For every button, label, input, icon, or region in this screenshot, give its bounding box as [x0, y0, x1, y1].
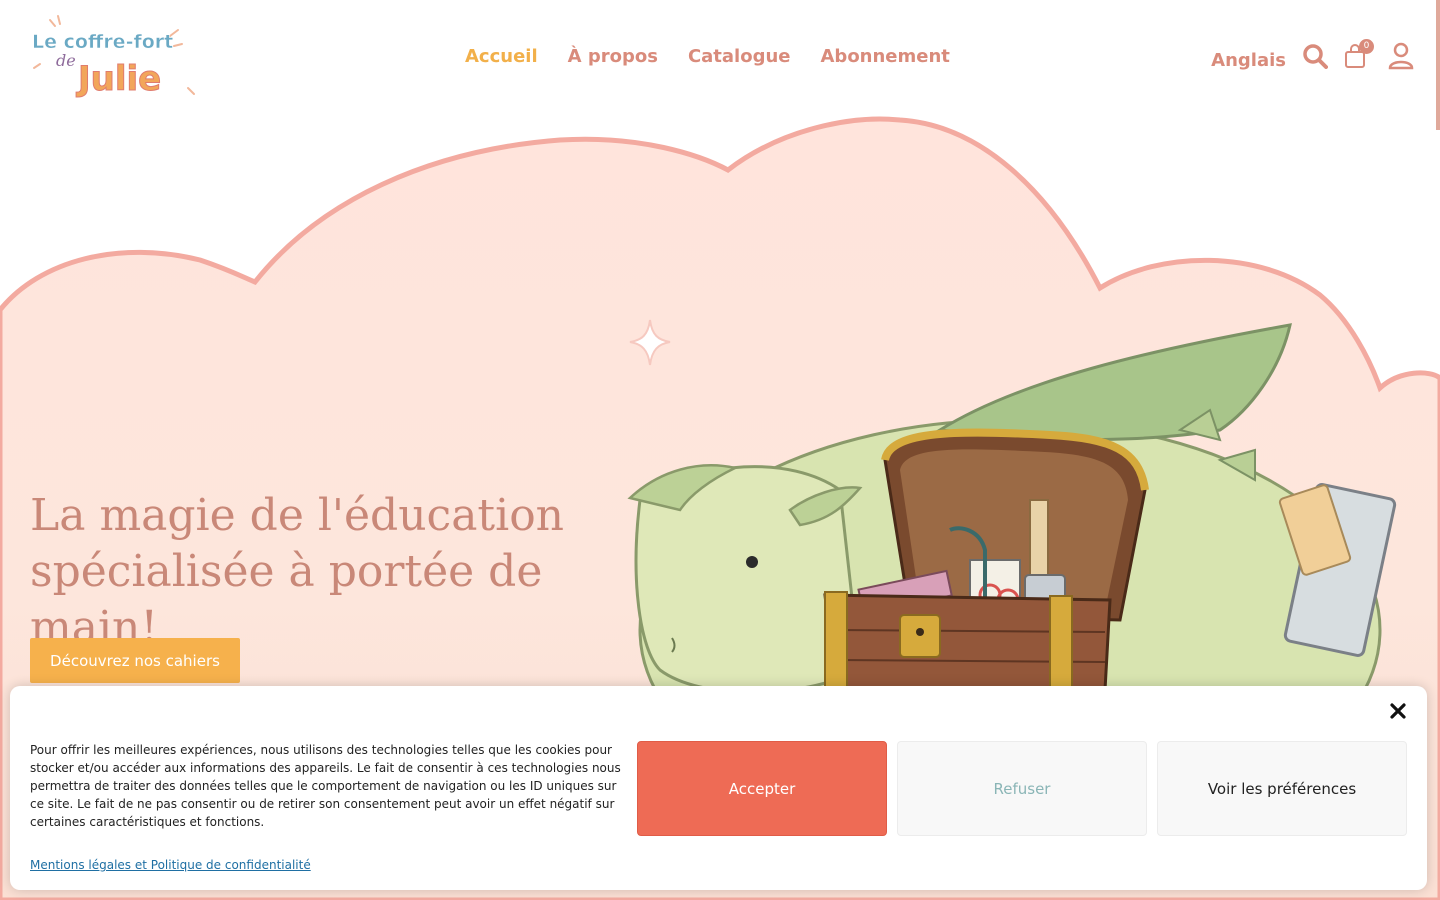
scrollbar[interactable]	[1436, 0, 1440, 130]
page: Le coffre-fort de Julie Accueil À propos…	[0, 0, 1440, 900]
site-logo[interactable]: Le coffre-fort de Julie	[30, 14, 198, 100]
close-icon[interactable]	[1387, 700, 1409, 722]
cart-count-badge: 0	[1359, 39, 1374, 54]
account-icon[interactable]	[1388, 42, 1414, 74]
nav-abonnement[interactable]: Abonnement	[821, 46, 950, 67]
cart-icon[interactable]: 0	[1344, 39, 1374, 73]
legal-privacy-link[interactable]: Mentions légales et Politique de confide…	[30, 858, 311, 872]
nav-accueil[interactable]: Accueil	[465, 46, 538, 67]
hero-title: La magie de l'éducation spécialisée à po…	[30, 490, 565, 653]
view-preferences-button[interactable]: Voir les préférences	[1157, 741, 1407, 836]
logo-text-line1: Le coffre-fort	[32, 31, 173, 53]
nav-catalogue[interactable]: Catalogue	[688, 46, 791, 67]
refuse-cookies-button[interactable]: Refuser	[897, 741, 1147, 836]
search-icon[interactable]	[1302, 43, 1328, 73]
logo-text-line2: de	[56, 51, 76, 70]
main-navigation: Accueil À propos Catalogue Abonnement	[465, 46, 950, 67]
cookie-banner: Pour offrir les meilleures expériences, …	[10, 686, 1427, 890]
nav-a-propos[interactable]: À propos	[568, 46, 658, 67]
accept-cookies-button[interactable]: Accepter	[637, 741, 887, 836]
header-tools: Anglais 0	[1211, 39, 1414, 74]
discover-notebooks-button[interactable]: Découvrez nos cahiers	[30, 638, 240, 683]
language-switcher[interactable]: Anglais	[1211, 50, 1286, 71]
logo-text-line3: Julie	[76, 59, 161, 99]
cookie-message: Pour offrir les meilleures expériences, …	[30, 743, 621, 829]
